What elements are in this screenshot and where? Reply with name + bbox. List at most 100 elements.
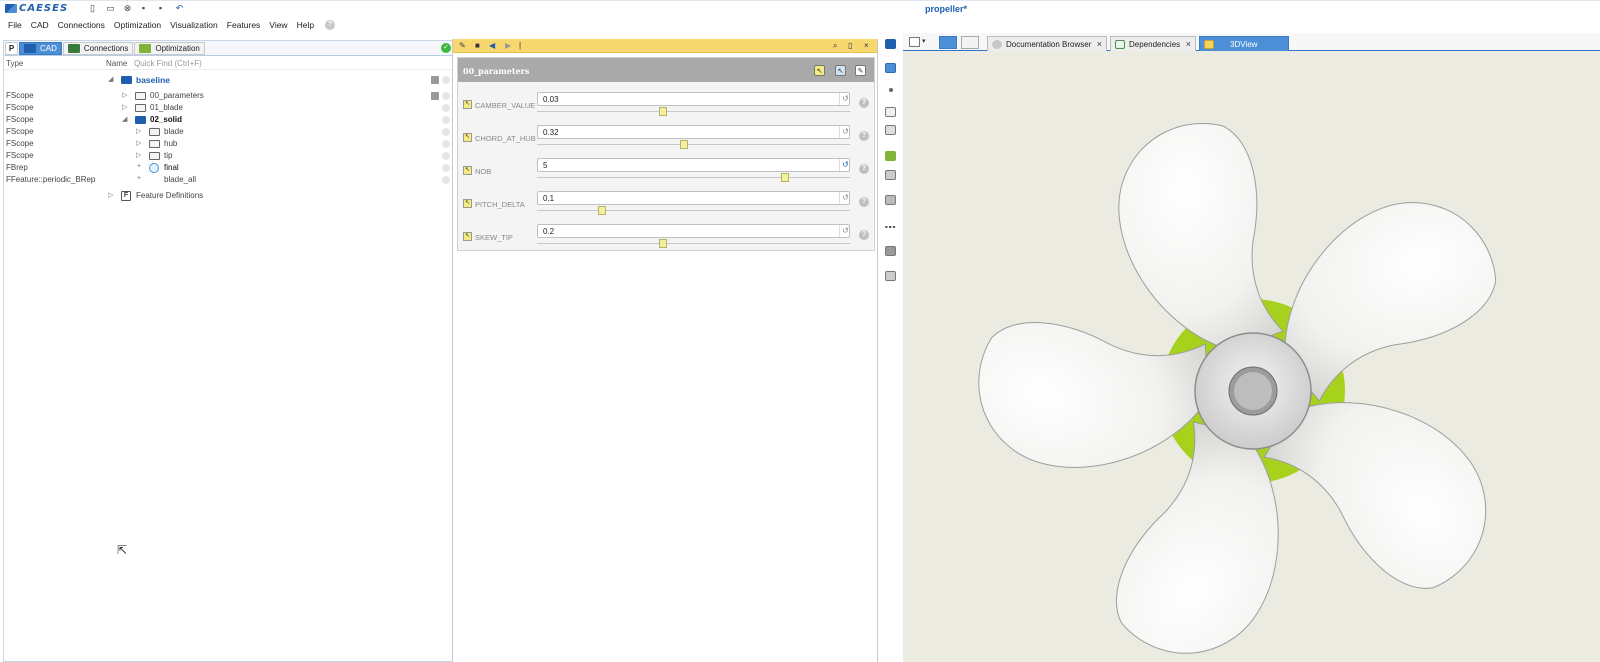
reset-icon[interactable]: ↺ [839, 126, 851, 138]
render-icon[interactable] [885, 246, 896, 256]
measure-icon[interactable] [885, 226, 896, 228]
save-as-icon[interactable]: ▪ [156, 4, 165, 13]
expand-plus-icon[interactable]: + [137, 163, 141, 170]
visibility-dot-icon[interactable] [442, 76, 450, 84]
visibility-dot-icon[interactable] [442, 116, 450, 124]
tree-row-02-solid[interactable]: FScope ◢ 02_solid [4, 114, 455, 126]
quick-find-input[interactable]: Quick Find (Ctrl+F) [134, 59, 202, 68]
select-object-icon[interactable]: ↖ [835, 65, 846, 76]
menu-connections[interactable]: Connections [54, 20, 109, 30]
edit-icon[interactable]: ✎ [855, 65, 866, 76]
slider-thumb[interactable] [659, 239, 667, 248]
slider-thumb[interactable] [598, 206, 606, 215]
tree-row-feature-definitions[interactable]: ▷ F Feature Definitions [4, 190, 455, 202]
clip-icon[interactable] [885, 271, 896, 281]
layers-icon[interactable] [885, 195, 896, 205]
param-value-input[interactable]: 0.32 [537, 125, 850, 139]
copy-icon[interactable]: ▯ [848, 41, 852, 51]
curve-icon[interactable] [885, 107, 896, 117]
propeller-model[interactable] [903, 51, 1600, 662]
param-help-icon[interactable]: ? [859, 164, 869, 174]
optimization-tab-icon[interactable] [961, 36, 979, 49]
open-project-icon[interactable]: ▭ [106, 4, 115, 13]
tab-documentation-browser[interactable]: Documentation Browser × [987, 36, 1107, 51]
visibility-dot-icon[interactable] [442, 176, 450, 184]
reset-icon[interactable]: ↺ [839, 225, 851, 237]
param-value-input[interactable]: 5 [537, 158, 850, 172]
expand-icon[interactable]: ▷ [108, 191, 113, 199]
cad-view-icon[interactable] [885, 39, 896, 49]
slider-track[interactable] [537, 243, 850, 244]
forward-icon[interactable]: ▶ [505, 41, 511, 51]
tab-dependencies[interactable]: Dependencies × [1110, 36, 1196, 51]
visibility-dot-icon[interactable] [442, 140, 450, 148]
param-value-input[interactable]: 0.03 [537, 92, 850, 106]
expand-icon[interactable]: ▷ [122, 103, 127, 111]
point-icon[interactable] [889, 88, 893, 92]
tree-row-01-blade[interactable]: FScope ▷ 01_blade [4, 102, 455, 114]
visibility-dot-icon[interactable] [442, 92, 450, 100]
tab-p[interactable]: P [5, 41, 18, 55]
surface-icon[interactable] [885, 125, 896, 135]
param-help-icon[interactable]: ? [859, 98, 869, 108]
mini-action-icon[interactable] [431, 92, 439, 100]
new-project-icon[interactable]: ▯ [88, 4, 97, 13]
tab-cad[interactable]: CAD [19, 41, 62, 55]
expand-icon[interactable]: ▷ [136, 151, 141, 159]
close-tab-icon[interactable]: × [1186, 39, 1191, 49]
tree-row-baseline[interactable]: ◢ baseline [4, 74, 455, 86]
expand-plus-icon[interactable]: + [137, 175, 141, 182]
search-icon[interactable]: ⌕ [833, 41, 837, 51]
slider-thumb[interactable] [781, 173, 789, 182]
slider-track[interactable] [537, 144, 850, 145]
undo-icon[interactable]: ↶ [175, 4, 184, 13]
tree-row-final[interactable]: FBrep + final [4, 162, 455, 174]
menu-optimization[interactable]: Optimization [110, 20, 165, 30]
expand-icon[interactable]: ▷ [122, 91, 127, 99]
reset-icon[interactable]: ↺ [839, 159, 851, 171]
help-question-icon[interactable]: ? [325, 19, 336, 30]
select-param-icon[interactable]: ↖ [814, 65, 825, 76]
menu-view[interactable]: View [265, 20, 291, 30]
slider-track[interactable] [537, 177, 850, 178]
param-value-input[interactable]: 0.2 [537, 224, 850, 238]
slider-track[interactable] [537, 111, 850, 112]
tab-3dview[interactable]: 3DView [1199, 36, 1289, 51]
slider-thumb[interactable] [659, 107, 667, 116]
pin-icon[interactable]: ✎ [459, 41, 466, 51]
tree-row-blade[interactable]: FScope ▷ blade [4, 126, 455, 138]
menu-features[interactable]: Features [223, 20, 265, 30]
slider-thumb[interactable] [680, 140, 689, 149]
mini-action-icon[interactable] [431, 76, 439, 84]
tree-row-tip[interactable]: FScope ▷ tip [4, 150, 455, 162]
solid-icon[interactable] [885, 151, 896, 161]
tree-row-hub[interactable]: FScope ▷ hub [4, 138, 455, 150]
menu-file[interactable]: File [4, 20, 26, 30]
param-value-input[interactable]: 0.1 [537, 191, 850, 205]
visibility-dot-icon[interactable] [442, 104, 450, 112]
back-icon[interactable]: ◀ [489, 41, 495, 51]
visibility-dot-icon[interactable] [442, 128, 450, 136]
cad-tab-icon[interactable] [939, 36, 957, 49]
expand-icon[interactable]: ▷ [136, 139, 141, 147]
tab-optimization[interactable]: Optimization [134, 41, 205, 55]
save-icon[interactable]: ▪ [139, 4, 148, 13]
tab-connections[interactable]: Connections [62, 41, 134, 55]
collapse-icon[interactable]: ◢ [108, 75, 113, 83]
close-icon[interactable]: × [864, 41, 869, 51]
close-tab-icon[interactable]: × [1097, 39, 1102, 49]
param-help-icon[interactable]: ? [859, 197, 869, 207]
select-mode-icon[interactable] [885, 63, 896, 73]
shape-icon[interactable] [885, 170, 896, 180]
tree-row-00-parameters[interactable]: FScope ▷ 00_parameters [4, 90, 455, 102]
menu-visualization[interactable]: Visualization [166, 20, 222, 30]
3d-viewport[interactable] [903, 51, 1600, 662]
visibility-dot-icon[interactable] [442, 152, 450, 160]
collapse-icon[interactable]: ◢ [122, 115, 127, 123]
menu-help[interactable]: Help [293, 20, 318, 30]
tree-row-blade-all[interactable]: FFeature::periodic_BRep + blade_all [4, 174, 455, 186]
close-project-icon[interactable]: ⊗ [123, 4, 132, 13]
param-help-icon[interactable]: ? [859, 131, 869, 141]
reset-icon[interactable]: ↺ [839, 192, 851, 204]
slider-track[interactable] [537, 210, 850, 211]
